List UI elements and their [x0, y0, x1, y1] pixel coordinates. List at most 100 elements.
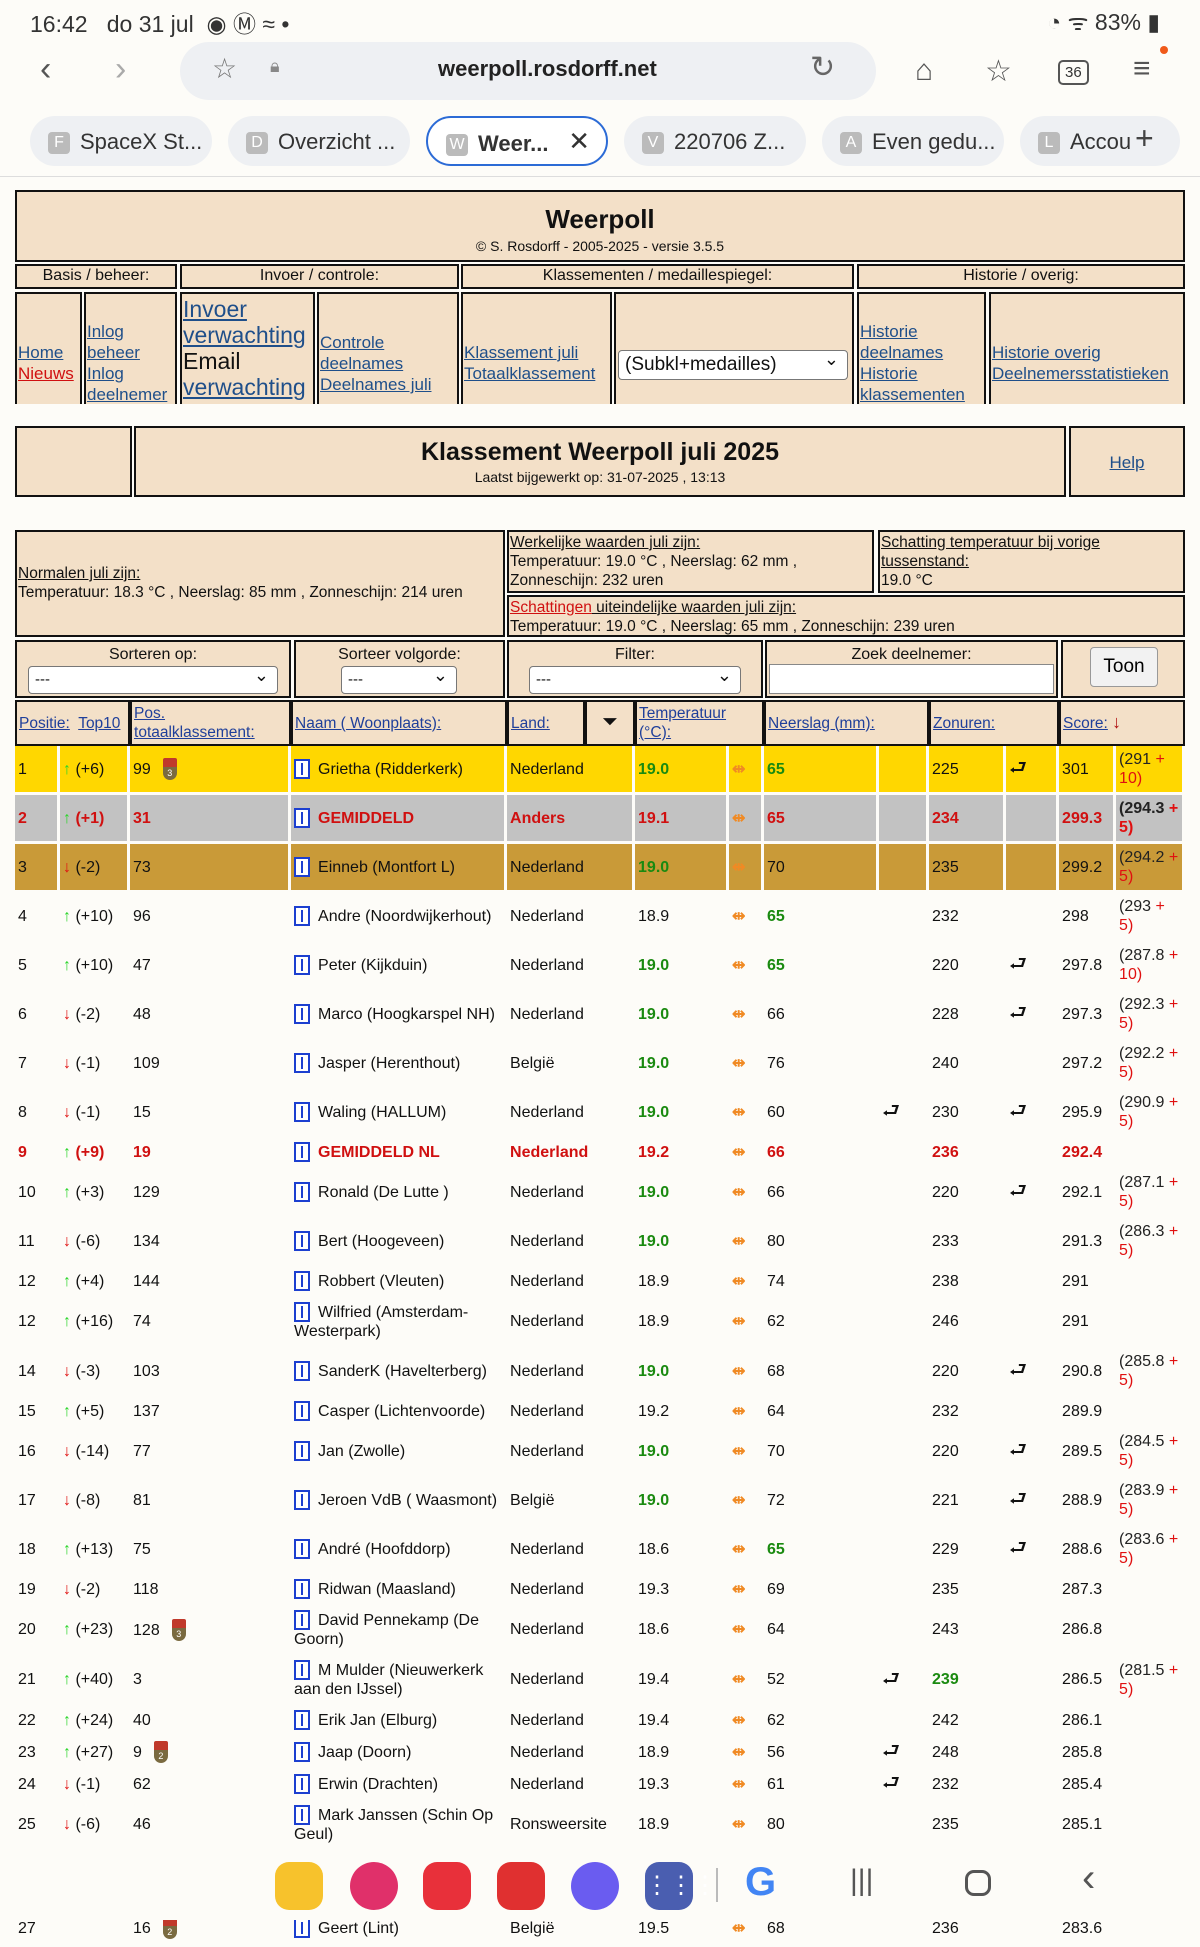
participant-info-icon[interactable]: [294, 1539, 311, 1559]
participant-name[interactable]: Erwin (Drachten): [291, 1770, 508, 1801]
participant-info-icon[interactable]: [294, 1231, 311, 1251]
participant-info-icon[interactable]: [294, 1361, 311, 1381]
tab-220706[interactable]: V 220706 Z...: [624, 116, 806, 166]
menu-icon[interactable]: ≡: [1133, 52, 1151, 86]
sort-land[interactable]: Land:: [511, 715, 550, 732]
tab-count[interactable]: 36: [1058, 60, 1089, 85]
sort-positie[interactable]: Positie:: [19, 715, 70, 732]
participant-info-icon[interactable]: [294, 1004, 311, 1024]
home-icon[interactable]: ⌂: [915, 54, 933, 88]
gallery-app-icon[interactable]: [350, 1862, 398, 1910]
search-input[interactable]: [769, 664, 1054, 694]
camera-app-icon[interactable]: [423, 1862, 471, 1910]
link-historie-overig[interactable]: Historie overig: [992, 342, 1169, 363]
participant-name[interactable]: Bert (Hoogeveen): [291, 1218, 508, 1267]
participant-info-icon[interactable]: [294, 1742, 311, 1762]
participant-name[interactable]: GEMIDDELD NL: [291, 1138, 508, 1169]
apps-grid-icon[interactable]: ⋮⋮⋮: [645, 1862, 717, 1910]
internet-app-icon[interactable]: [571, 1862, 619, 1910]
participant-info-icon[interactable]: [294, 1142, 311, 1162]
participant-name[interactable]: GEMIDDELD: [291, 795, 508, 844]
participant-info-icon[interactable]: [294, 1579, 311, 1599]
participant-info-icon[interactable]: [294, 1441, 311, 1461]
participant-name[interactable]: Grietha (Ridderkerk): [291, 746, 508, 795]
participant-name[interactable]: Wilfried (Amsterdam-Westerpark): [291, 1298, 508, 1348]
back-button-icon[interactable]: ‹: [1082, 1856, 1095, 1901]
participant-name[interactable]: André (Hoofddorp): [291, 1526, 508, 1575]
subklassement-select[interactable]: (Subkl+medailles): [618, 349, 848, 380]
link-deelnemersstatistieken[interactable]: Deelnemersstatistieken: [992, 363, 1169, 384]
toon-button[interactable]: Toon: [1090, 647, 1158, 687]
sort-naam[interactable]: Naam ( Woonplaats):: [295, 715, 441, 732]
schattingen-link[interactable]: Schattingen: [510, 599, 592, 616]
link-historie-klassementen[interactable]: Historie klassementen: [860, 363, 984, 404]
link-invoer-verwachting[interactable]: Invoer verwachting: [183, 296, 313, 348]
tab-even-geduld[interactable]: A Even gedu...: [822, 116, 1004, 166]
home-button-icon[interactable]: [965, 1870, 991, 1896]
link-email-verwachting[interactable]: verwachting: [183, 374, 313, 400]
participant-info-icon[interactable]: [294, 808, 311, 828]
participant-info-icon[interactable]: [294, 906, 311, 926]
order-select[interactable]: ---: [341, 665, 457, 694]
participant-info-icon[interactable]: [294, 1774, 311, 1794]
link-inlog-beheer[interactable]: Inlog beheer: [87, 321, 167, 363]
participant-name[interactable]: Erik Jan (Elburg): [291, 1706, 508, 1737]
tab-spacex[interactable]: F SpaceX St...: [30, 116, 212, 166]
participant-name[interactable]: Waling (HALLUM): [291, 1089, 508, 1138]
link-home[interactable]: Home: [18, 342, 74, 363]
participant-name[interactable]: Einneb (Montfort L): [291, 844, 508, 893]
tab-weerpoll[interactable]: W Weer... ✕: [426, 116, 608, 166]
my-files-app-icon[interactable]: [275, 1862, 323, 1910]
sort-select[interactable]: ---: [28, 665, 278, 694]
tab-overzicht[interactable]: D Overzicht ...: [228, 116, 410, 166]
participant-name[interactable]: Ronald (De Lutte ): [291, 1169, 508, 1218]
participant-name[interactable]: Ridwan (Maasland): [291, 1575, 508, 1606]
participant-info-icon[interactable]: [294, 1490, 311, 1510]
participant-info-icon[interactable]: [294, 1710, 311, 1730]
sort-zonuren[interactable]: Zonuren:: [933, 715, 995, 732]
participant-name[interactable]: Andre (Noordwijkerhout): [291, 893, 508, 942]
bookmark-star-icon[interactable]: ☆: [212, 52, 237, 85]
favorites-icon[interactable]: ☆: [985, 54, 1012, 89]
participant-name[interactable]: David Pennekamp (De Goorn): [291, 1606, 508, 1656]
participant-name[interactable]: Robbert (Vleuten): [291, 1267, 508, 1298]
recents-icon[interactable]: |||: [850, 1864, 873, 1898]
new-tab-icon[interactable]: +: [1135, 120, 1154, 157]
sort-temperatuur[interactable]: Temperatuur (°C):: [639, 705, 726, 741]
participant-info-icon[interactable]: [294, 1805, 311, 1825]
mail-app-icon[interactable]: [497, 1862, 545, 1910]
filter-select[interactable]: ---: [529, 665, 741, 694]
participant-name[interactable]: Jaap (Doorn): [291, 1737, 508, 1770]
participant-info-icon[interactable]: [294, 759, 311, 779]
sort-neerslag[interactable]: Neerslag (mm):: [768, 715, 875, 732]
participant-info-icon[interactable]: [294, 1401, 311, 1421]
link-historie-deelnames[interactable]: Historie deelnames: [860, 321, 984, 363]
tab-account[interactable]: L Accou: [1020, 116, 1180, 166]
filter-icon[interactable]: ⏷: [602, 711, 618, 733]
participant-info-icon[interactable]: [294, 857, 311, 877]
participant-name[interactable]: Peter (Kijkduin): [291, 942, 508, 991]
participant-info-icon[interactable]: [294, 1302, 311, 1322]
participant-name[interactable]: Jan (Zwolle): [291, 1428, 508, 1477]
participant-info-icon[interactable]: [294, 1182, 311, 1202]
link-totaalklassement[interactable]: Totaalklassement: [464, 363, 595, 384]
participant-name[interactable]: M Mulder (Nieuwerkerk aan den IJssel): [291, 1656, 508, 1706]
participant-info-icon[interactable]: [294, 955, 311, 975]
participant-info-icon[interactable]: [294, 1660, 311, 1680]
link-klassement-juli[interactable]: Klassement juli: [464, 342, 595, 363]
sort-score[interactable]: Score:: [1063, 715, 1108, 732]
back-icon[interactable]: ‹: [40, 50, 51, 89]
google-app-icon[interactable]: G: [745, 1860, 776, 1905]
sort-pos-totaal[interactable]: Pos. totaalklassement:: [134, 705, 255, 741]
close-tab-icon[interactable]: ✕: [568, 126, 590, 157]
link-controle-deelnames[interactable]: Controle deelnames: [320, 332, 457, 374]
participant-name[interactable]: SanderK (Havelterberg): [291, 1348, 508, 1397]
participant-name[interactable]: Casper (Lichtenvoorde): [291, 1397, 508, 1428]
help-link[interactable]: Help: [1110, 453, 1145, 472]
participant-name[interactable]: Jasper (Herenthout): [291, 1040, 508, 1089]
sort-top10[interactable]: Top10: [78, 715, 120, 732]
forward-icon[interactable]: ›: [115, 50, 126, 89]
participant-name[interactable]: Marco (Hoogkarspel NH): [291, 991, 508, 1040]
url-text[interactable]: weerpoll.rosdorff.net: [438, 56, 657, 82]
participant-info-icon[interactable]: [294, 1610, 311, 1630]
